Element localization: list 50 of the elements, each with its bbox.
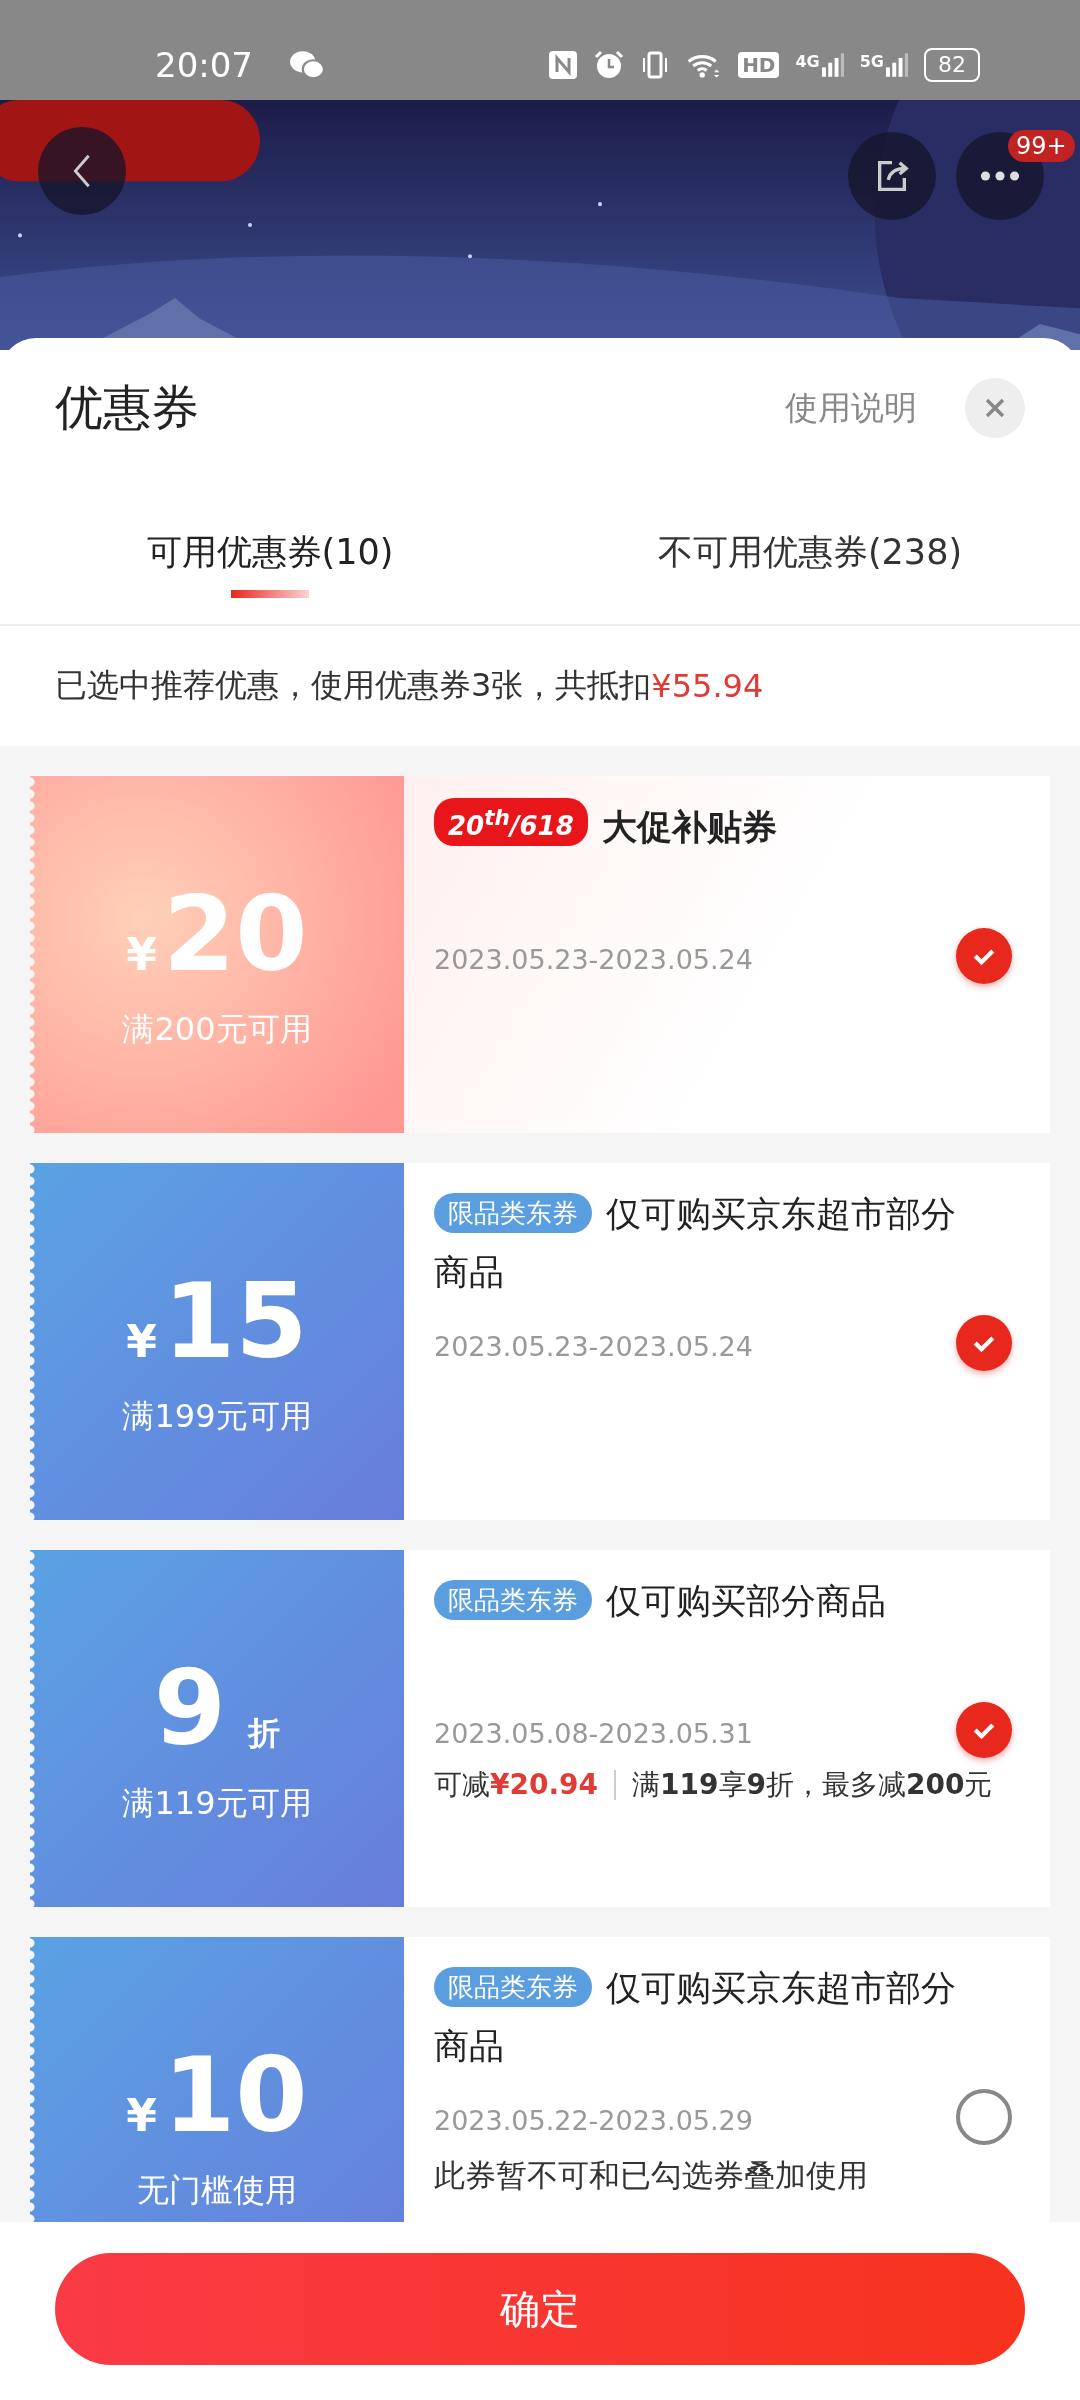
notification-badge: 99+ [1008,130,1075,162]
alarm-clock-icon [594,50,625,80]
coupon-title: 限品类东券 仅可购买部分商品 [434,1572,974,1690]
validity-dates: 2023.05.23-2023.05.24 [434,1330,753,1364]
discount-unit: 折 [248,1713,281,1755]
more-dots-icon [980,170,1020,182]
coupon-amount: 20 [162,877,308,992]
hd-voice-indicator: HD [738,52,780,78]
coupon-amount: 10 [162,2038,308,2153]
confirm-button[interactable]: 确定 [55,2253,1025,2365]
signal-bars-icon [821,52,844,78]
coupon-checkbox[interactable] [956,2088,1012,2145]
currency-symbol: ¥ [126,929,157,981]
help-link[interactable]: 使用说明 [785,385,917,431]
usage-condition: 满119元可用 [122,1782,312,1824]
saving-amount: 可减¥20.94 [434,1767,599,1803]
coupon-checkbox[interactable] [956,927,1012,984]
usage-condition: 无门槛使用 [137,2169,297,2211]
battery-indicator: 82 [924,48,980,82]
coupon-title: 20$^{th}$/618 大促补贴券 [434,798,974,916]
signal-bars-icon [886,52,908,78]
tab[interactable]: 不可用优惠券(238) [540,478,1080,624]
close-icon [983,396,1007,420]
coupon-title: 限品类东券 仅可购买京东超市部分商品 [434,1966,957,2068]
usage-condition: 满199元可用 [122,1395,312,1437]
validity-dates: 2023.05.08-2023.05.31 [434,1717,753,1751]
clock-time: 20:07 [155,45,253,85]
discount-value: 9 [153,1651,227,1766]
coupon-checkbox[interactable] [956,1701,1012,1758]
coupon-amount: 15 [162,1264,308,1379]
currency-symbol: ¥ [126,1316,157,1368]
selection-summary: 已选中推荐优惠，使用优惠券3张，共抵扣¥55.94 [54,665,765,707]
usage-condition: 满200元可用 [122,1008,312,1050]
network-type-label: 4G [795,52,820,71]
validity-dates: 2023.05.22-2023.05.29 [434,2104,753,2138]
stacking-note: 此券暂不可和已勾选券叠加使用 [434,2156,869,2195]
coupon-checkbox[interactable] [956,1314,1012,1371]
sheet-title: 优惠券 [55,378,200,437]
discount-rule: 满119享9折，最多减200元 [632,1767,993,1803]
nfc-icon [548,50,579,80]
coupon-card[interactable]: ¥20 满200元可用 20$^{th}$/618 大促补贴券 2023.05.23-2023.05.24 [30,776,1050,1133]
currency-symbol: ¥ [126,2090,157,2142]
coupon-card[interactable]: ¥15 满199元可用 限品类东券 仅可购买京东超市部分商品 2023.05.23-2023.05.24 [30,1163,1050,1520]
chat-bubbles-icon [289,50,325,80]
network-type-label: 5G [859,52,884,71]
tab[interactable]: 可用优惠券(10) [0,478,540,624]
coupon-card[interactable]: 9 折 满119元可用 限品类东券 仅可购买部分商品 2023.05.08-2023.05.31 可减¥20.94 满119享9折，最多减200元 [30,1550,1050,1907]
validity-dates: 2023.05.23-2023.05.24 [434,943,753,977]
coupon-title: 限品类东券 仅可购买京东超市部分商品 [434,1192,957,1294]
coupon-card[interactable]: ¥10 无门槛使用 限品类东券 仅可购买京东超市部分商品 2023.05.22-2023.05.29 此券暂不可和已勾选券叠加使用 [30,1937,1050,2222]
